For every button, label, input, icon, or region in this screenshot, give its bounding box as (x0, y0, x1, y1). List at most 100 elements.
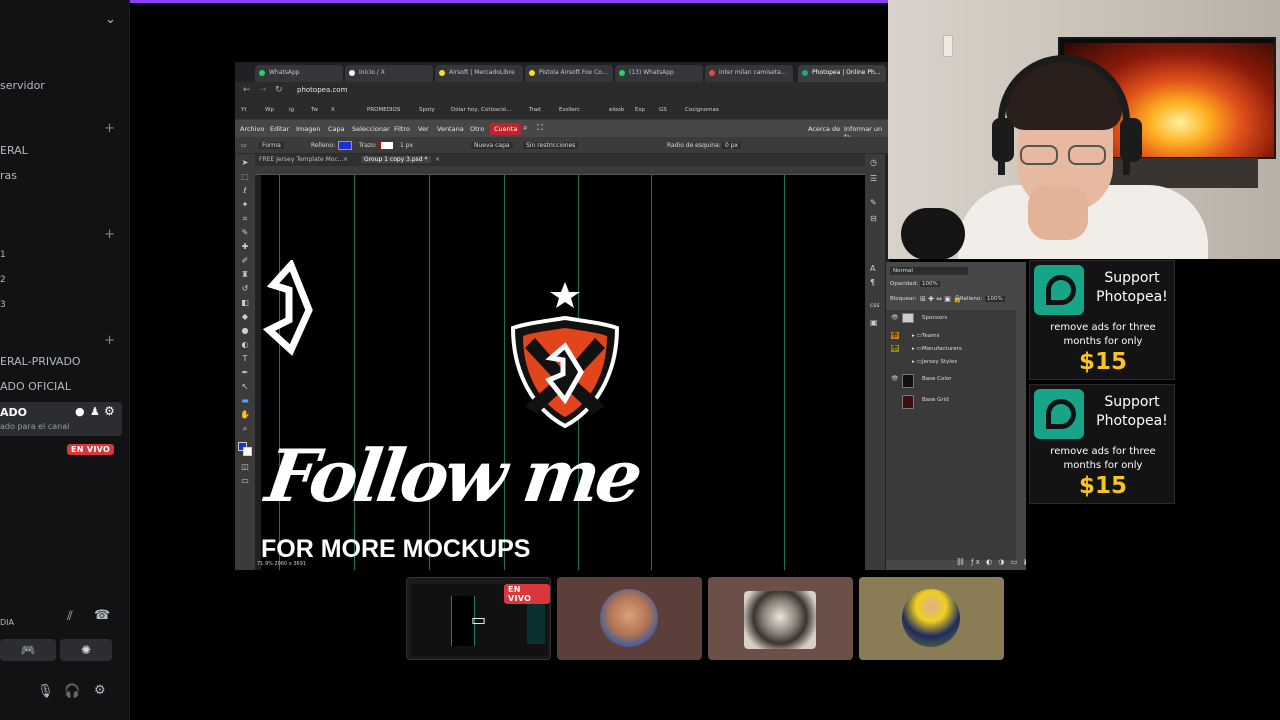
bookmark[interactable]: X (331, 107, 335, 113)
layer-row[interactable]: 👁 Base Color (886, 373, 1016, 389)
screen-mode-icon[interactable]: ▭ (240, 476, 250, 486)
bookmark[interactable]: eloob (609, 107, 624, 113)
bookmark[interactable]: Tw (311, 107, 318, 113)
channel-item[interactable]: ERAL (0, 144, 28, 157)
bookmark[interactable]: ig (289, 107, 294, 113)
chevron-down-icon[interactable]: ⌄ (105, 12, 116, 27)
url-input[interactable]: photopea.com (297, 86, 347, 94)
eraser-tool-icon[interactable]: ◧ (240, 298, 250, 308)
marquee-tool-icon[interactable]: ⬚ (240, 172, 250, 182)
bookmark[interactable]: Yt (241, 107, 247, 113)
eyedropper-icon[interactable]: ✎ (240, 228, 250, 238)
character-icon[interactable]: A (870, 264, 875, 273)
channel-number[interactable]: 2 (0, 275, 6, 285)
blend-mode-select[interactable]: Normal (890, 267, 968, 275)
bookmark[interactable]: Dólar hoy, Cotizació... (451, 107, 511, 113)
participant-tile[interactable] (557, 577, 702, 660)
opacity-input[interactable]: 100% (920, 281, 940, 287)
pen-tool-icon[interactable]: ✒ (240, 368, 250, 378)
history-brush-icon[interactable]: ↺ (240, 284, 250, 294)
search-icon[interactable]: ⌕ (523, 123, 527, 133)
magic-wand-icon[interactable]: ✦ (240, 200, 250, 210)
soundboard-button[interactable]: ✺ (60, 639, 112, 661)
menu-otro[interactable]: Otro (470, 125, 484, 133)
close-icon[interactable]: × (435, 156, 440, 163)
add-channel-icon[interactable]: + (104, 227, 115, 242)
type-tool-icon[interactable]: T (240, 354, 250, 364)
new-layer-select[interactable]: Nueva capa (471, 142, 513, 149)
quick-mask-icon[interactable]: ◫ (240, 462, 250, 472)
css-icon[interactable]: css (870, 302, 880, 309)
adjust-icon[interactable]: ⊟ (870, 214, 877, 223)
tab-whatsapp[interactable]: WhatsApp (255, 65, 343, 82)
participant-tile[interactable] (708, 577, 853, 660)
bookmark[interactable]: GS (659, 107, 667, 113)
bookmark[interactable]: Cocignomas (685, 107, 719, 113)
eye-icon[interactable]: 👁 (891, 314, 899, 321)
fill-input[interactable]: 100% (985, 296, 1005, 302)
bookmark[interactable]: PROMEDIOS (367, 107, 400, 113)
channel-item[interactable]: ras (0, 169, 17, 182)
constraint-select[interactable]: Sin restricciones (523, 142, 579, 149)
fill-tool-icon[interactable]: ◆ (240, 312, 250, 322)
blur-tool-icon[interactable]: ● (240, 326, 250, 336)
channel-number[interactable]: 3 (0, 300, 6, 310)
chat-icon[interactable]: ● (75, 405, 85, 418)
path-select-icon[interactable]: ↖ (240, 382, 250, 392)
brush-tool-icon[interactable]: ✐ (240, 256, 250, 266)
lasso-tool-icon[interactable]: ℓ (240, 186, 250, 196)
channel-item[interactable]: ADO OFICIAL (0, 380, 71, 393)
move-tool-icon[interactable]: ➤ (240, 158, 250, 168)
tab-mercadolibre[interactable]: Airsoft | MercadoLibre (435, 65, 523, 82)
healing-tool-icon[interactable]: ✚ (240, 242, 250, 252)
tab-inter[interactable]: inter milan camiseta... (705, 65, 793, 82)
layer-row[interactable]: 👁 ▸ ▭ Manufacturers (886, 343, 1016, 355)
eye-icon[interactable]: 👁 (891, 332, 899, 339)
gear-icon[interactable]: ⚙ (104, 404, 115, 418)
menu-seleccionar[interactable]: Seleccionar (352, 125, 390, 133)
activity-button[interactable]: 🎮 (0, 639, 56, 661)
background-color[interactable] (243, 447, 252, 456)
lock-icons[interactable]: ⊞ ✚ ⇔ ▣ 🔒 (920, 295, 962, 303)
brush-panel-icon[interactable]: ✎ (870, 198, 877, 207)
bookmark[interactable]: Esp (635, 107, 645, 113)
hand-tool-icon[interactable]: ✋ (240, 410, 250, 420)
user-settings-icon[interactable]: ⚙ (94, 683, 106, 698)
stream-tile-screenshare[interactable]: ▭ EN VIVO (406, 577, 551, 660)
support-ad[interactable]: Support Photopea! remove ads for three m… (1029, 384, 1175, 504)
menu-acerca[interactable]: Acerca de (808, 125, 840, 133)
add-member-icon[interactable]: ♟ (90, 405, 100, 418)
crop-tool-icon[interactable]: ⌗ (240, 214, 250, 224)
zoom-tool-icon[interactable]: ⌕ (240, 424, 250, 434)
add-channel-icon[interactable]: + (104, 333, 115, 348)
stroke-color-swatch[interactable] (380, 141, 394, 150)
channel-item[interactable]: ERAL-PRIVADO (0, 355, 81, 368)
cuenta-button[interactable]: Cuenta (490, 123, 522, 135)
layer-row[interactable]: 👁 Sponsors (886, 312, 1016, 324)
menu-ventana[interactable]: Ventana (437, 125, 464, 133)
menu-archivo[interactable]: Archivo (240, 125, 264, 133)
menu-capa[interactable]: Capa (328, 125, 345, 133)
stamp-tool-icon[interactable]: ♜ (240, 270, 250, 280)
menu-ver[interactable]: Ver (418, 125, 429, 133)
bookmark[interactable]: Essllerc (559, 107, 580, 113)
channel-item[interactable]: servidor (0, 79, 45, 92)
participant-tile[interactable] (859, 577, 1004, 660)
document-canvas[interactable]: Follow me FOR MORE MOCKUPS (261, 175, 865, 570)
shape-mode-select[interactable]: Forma (259, 142, 284, 149)
disconnect-icon[interactable]: ☎ (94, 608, 110, 623)
swatches-icon[interactable]: ☰ (870, 174, 877, 183)
webcam-feed[interactable] (888, 0, 1280, 259)
eye-icon[interactable]: 👁 (891, 375, 899, 382)
corner-radius-input[interactable]: 0 px (722, 142, 742, 149)
tab-photopea[interactable]: Photopea | Online Ph... (798, 65, 886, 82)
fullscreen-icon[interactable]: ⛶ (537, 123, 543, 133)
history-icon[interactable]: ◷ (870, 158, 877, 167)
doc-tab-group[interactable]: Group 1 copy 3.psd * (361, 156, 431, 163)
rectangle-tool-icon[interactable]: ▬ (240, 396, 250, 406)
close-icon[interactable]: × (343, 156, 348, 163)
bookmark[interactable]: Wp (265, 107, 274, 113)
eye-icon[interactable]: 👁 (891, 345, 899, 352)
dodge-tool-icon[interactable]: ◐ (240, 340, 250, 350)
add-channel-icon[interactable]: + (104, 121, 115, 136)
